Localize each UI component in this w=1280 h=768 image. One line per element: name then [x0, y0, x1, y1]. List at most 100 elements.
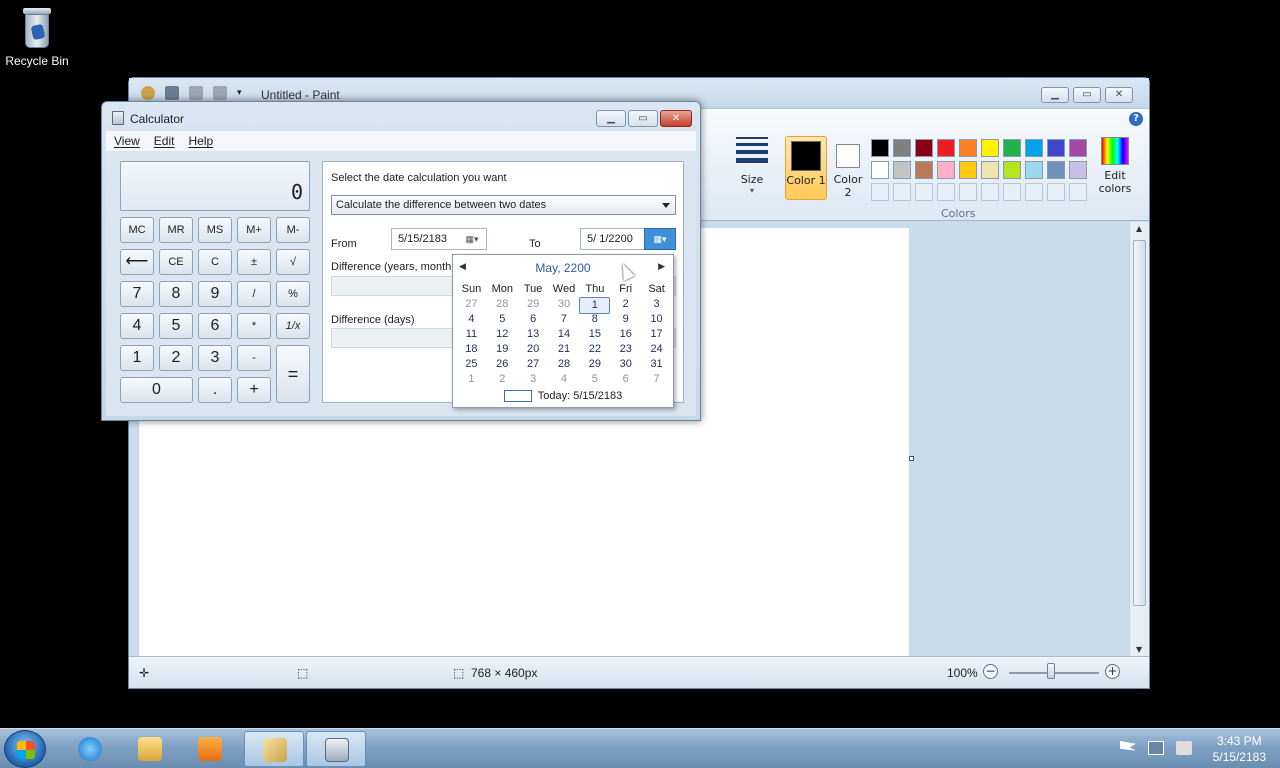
- calendar-day[interactable]: 11: [456, 327, 487, 342]
- key-divide[interactable]: /: [237, 281, 271, 307]
- calendar-day[interactable]: 3: [518, 372, 549, 387]
- calendar-day[interactable]: 6: [610, 372, 641, 387]
- color2-button[interactable]: Color 2: [831, 136, 865, 200]
- menu-view[interactable]: View: [114, 134, 140, 148]
- taskbar-internet-explorer[interactable]: [60, 731, 120, 767]
- calendar-day[interactable]: 14: [549, 327, 580, 342]
- key-0[interactable]: 0: [120, 377, 193, 403]
- palette-swatch[interactable]: [937, 161, 955, 179]
- calendar-day[interactable]: 26: [487, 357, 518, 372]
- calendar-day[interactable]: 12: [487, 327, 518, 342]
- calendar-dropdown-icon[interactable]: ▦▾: [460, 231, 484, 247]
- key-decimal[interactable]: .: [198, 377, 232, 403]
- next-month-icon[interactable]: ▶: [658, 261, 665, 272]
- today-link[interactable]: Today: 5/15/2183: [453, 390, 673, 402]
- save-icon[interactable]: [165, 86, 179, 100]
- key-7[interactable]: 7: [120, 281, 154, 307]
- custom-color-slot[interactable]: [1069, 183, 1087, 201]
- key-mr[interactable]: MR: [159, 217, 193, 243]
- calendar-day[interactable]: 21: [549, 342, 580, 357]
- custom-color-slot[interactable]: [1003, 183, 1021, 201]
- palette-swatch[interactable]: [1003, 139, 1021, 157]
- key-reciprocal[interactable]: 1/x: [276, 313, 310, 339]
- paint-maximize-button[interactable]: ▭: [1073, 87, 1101, 103]
- key-5[interactable]: 5: [159, 313, 193, 339]
- palette-swatch[interactable]: [871, 161, 889, 179]
- scroll-down-icon[interactable]: ▼: [1136, 645, 1142, 654]
- palette-swatch[interactable]: [893, 139, 911, 157]
- key-multiply[interactable]: *: [237, 313, 271, 339]
- calendar-day[interactable]: 29: [579, 357, 610, 372]
- menu-help[interactable]: Help: [188, 134, 213, 148]
- palette-swatch[interactable]: [1047, 161, 1065, 179]
- calendar-day[interactable]: 31: [641, 357, 672, 372]
- palette-swatch[interactable]: [981, 161, 999, 179]
- key-ms[interactable]: MS: [198, 217, 232, 243]
- palette-swatch[interactable]: [1025, 139, 1043, 157]
- palette-swatch[interactable]: [1025, 161, 1043, 179]
- redo-icon[interactable]: [213, 86, 227, 100]
- custom-color-slot[interactable]: [937, 183, 955, 201]
- key-9[interactable]: 9: [198, 281, 232, 307]
- paint-minimize-button[interactable]: ▁: [1041, 87, 1069, 103]
- custom-color-slot[interactable]: [1025, 183, 1043, 201]
- palette-swatch[interactable]: [893, 161, 911, 179]
- calendar-day[interactable]: 4: [549, 372, 580, 387]
- calendar-day[interactable]: 4: [456, 312, 487, 327]
- calendar-day[interactable]: 7: [641, 372, 672, 387]
- calendar-day[interactable]: 25: [456, 357, 487, 372]
- calendar-day[interactable]: 15: [579, 327, 610, 342]
- calendar-day[interactable]: 5: [579, 372, 610, 387]
- calendar-day[interactable]: 23: [610, 342, 641, 357]
- calendar-day[interactable]: 6: [518, 312, 549, 327]
- zoom-slider-thumb[interactable]: [1047, 663, 1055, 679]
- calendar-day[interactable]: 5: [487, 312, 518, 327]
- calendar-day[interactable]: 24: [641, 342, 672, 357]
- calendar-month-label[interactable]: May, 2200: [453, 261, 673, 275]
- calendar-day[interactable]: 10: [641, 312, 672, 327]
- taskbar-explorer[interactable]: [120, 731, 180, 767]
- recycle-bin-shortcut[interactable]: Recycle Bin: [4, 6, 70, 68]
- paint-app-icon[interactable]: [141, 86, 155, 100]
- key-sqrt[interactable]: √: [276, 249, 310, 275]
- calendar-day[interactable]: 19: [487, 342, 518, 357]
- scroll-up-icon[interactable]: ▲: [1136, 224, 1142, 233]
- to-date-picker[interactable]: 5/ 1/2200 ▦▾: [580, 228, 676, 250]
- palette-swatch[interactable]: [915, 139, 933, 157]
- calc-maximize-button[interactable]: ▭: [628, 110, 658, 127]
- menu-edit[interactable]: Edit: [154, 134, 175, 148]
- palette-swatch[interactable]: [981, 139, 999, 157]
- key-add[interactable]: +: [237, 377, 271, 403]
- calendar-day[interactable]: 2: [487, 372, 518, 387]
- calc-close-button[interactable]: ✕: [660, 110, 692, 127]
- key-c[interactable]: C: [198, 249, 232, 275]
- calendar-day[interactable]: 28: [549, 357, 580, 372]
- calendar-day[interactable]: 30: [610, 357, 641, 372]
- custom-color-slot[interactable]: [1047, 183, 1065, 201]
- help-icon[interactable]: ?: [1129, 112, 1143, 126]
- key-mminus[interactable]: M-: [276, 217, 310, 243]
- key-percent[interactable]: %: [276, 281, 310, 307]
- taskbar-clock[interactable]: 3:43 PM 5/15/2183: [1213, 733, 1266, 765]
- key-subtract[interactable]: -: [237, 345, 271, 371]
- undo-icon[interactable]: [189, 86, 203, 100]
- custom-color-slot[interactable]: [915, 183, 933, 201]
- network-icon[interactable]: [1148, 741, 1164, 755]
- key-mc[interactable]: MC: [120, 217, 154, 243]
- scroll-thumb[interactable]: [1133, 240, 1146, 606]
- zoom-in-button[interactable]: +: [1105, 664, 1120, 679]
- key-6[interactable]: 6: [198, 313, 232, 339]
- taskbar-calculator[interactable]: [306, 731, 366, 767]
- calculator-app-icon[interactable]: [112, 111, 124, 125]
- calendar-dropdown-icon[interactable]: ▦▾: [644, 228, 676, 250]
- start-button[interactable]: [4, 730, 46, 768]
- key-plus-minus[interactable]: ±: [237, 249, 271, 275]
- custom-color-slot[interactable]: [981, 183, 999, 201]
- size-tool-button[interactable]: Size ▾: [733, 137, 771, 195]
- customize-toolbar-icon[interactable]: ▾: [237, 88, 242, 98]
- palette-swatch[interactable]: [871, 139, 889, 157]
- calendar-day[interactable]: 13: [518, 327, 549, 342]
- palette-swatch[interactable]: [1069, 139, 1087, 157]
- calendar-day[interactable]: 1: [456, 372, 487, 387]
- key-mplus[interactable]: M+: [237, 217, 271, 243]
